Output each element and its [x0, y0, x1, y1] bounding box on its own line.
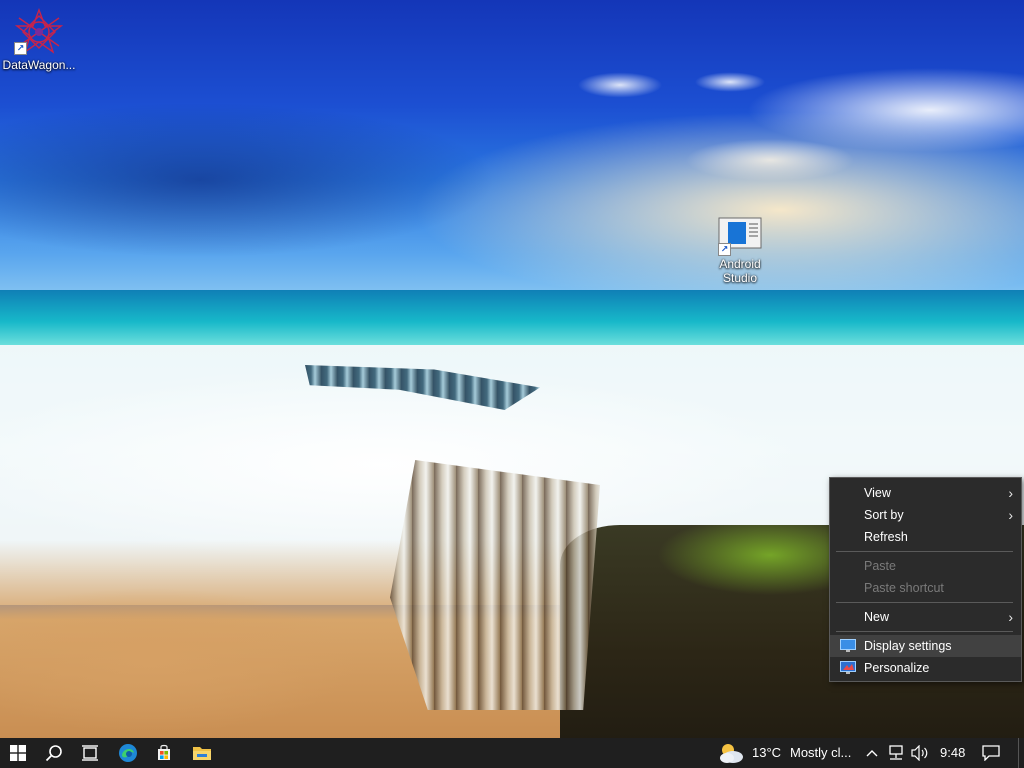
- wallpaper-waterfall: [390, 460, 600, 710]
- notification-button[interactable]: [976, 738, 1006, 768]
- clock-time[interactable]: 9:48: [940, 738, 974, 768]
- menu-item-label: Paste: [864, 559, 896, 573]
- desktop-icon-android-studio[interactable]: ↗ Android Studio: [700, 217, 780, 285]
- personalize-icon: [840, 661, 856, 674]
- task-view-icon: [82, 745, 98, 761]
- menu-separator: [836, 631, 1013, 632]
- shortcut-arrow-icon: ↗: [718, 243, 731, 256]
- show-desktop-button[interactable]: [1018, 738, 1019, 768]
- search-button[interactable]: [36, 738, 72, 768]
- notification-icon: [982, 745, 1000, 761]
- display-icon: [840, 639, 856, 652]
- volume-icon: [911, 745, 928, 761]
- menu-item-sort-by[interactable]: Sort by ›: [830, 504, 1021, 526]
- file-explorer-icon: [193, 747, 211, 760]
- weather-button[interactable]: [714, 738, 748, 768]
- menu-item-label: View: [864, 486, 891, 500]
- shortcut-arrow-icon: ↗: [14, 42, 27, 55]
- menu-item-label: New: [864, 610, 890, 624]
- menu-item-paste-shortcut[interactable]: Paste shortcut: [830, 577, 1021, 599]
- menu-item-view[interactable]: View ›: [830, 482, 1021, 504]
- desktop-icon-label: DataWagon...: [2, 58, 76, 72]
- chevron-up-icon: [866, 750, 878, 757]
- windows-start-icon: [10, 745, 26, 761]
- weather-cloud-sun-icon: [720, 744, 743, 763]
- menu-item-label: Personalize: [864, 661, 930, 675]
- desktop-icon-label: Android Studio: [719, 257, 761, 285]
- menu-item-display-settings[interactable]: Display settings: [830, 635, 1021, 657]
- volume-button[interactable]: [908, 738, 932, 768]
- network-icon: [889, 745, 903, 760]
- desktop-icon-datawagon[interactable]: ↗ DataWagon...: [0, 8, 79, 72]
- store-icon: [158, 744, 170, 760]
- menu-item-label: Display settings: [864, 639, 952, 653]
- taskbar: 13°C Mostly cl... 9:48: [0, 738, 1024, 768]
- search-icon: [45, 745, 62, 762]
- chevron-right-icon: ›: [1008, 609, 1013, 625]
- menu-item-new[interactable]: New ›: [830, 606, 1021, 628]
- edge-icon: [119, 744, 137, 762]
- network-button[interactable]: [884, 738, 908, 768]
- show-hidden-icons-button[interactable]: [862, 738, 882, 768]
- menu-separator: [836, 551, 1013, 552]
- task-view-button[interactable]: [72, 738, 108, 768]
- wallpaper-sky-shade: [0, 90, 520, 270]
- menu-item-paste[interactable]: Paste: [830, 555, 1021, 577]
- menu-item-personalize[interactable]: Personalize: [830, 657, 1021, 679]
- menu-item-label: Paste shortcut: [864, 581, 944, 595]
- weather-condition: Mostly cl...: [790, 745, 852, 760]
- menu-item-refresh[interactable]: Refresh: [830, 526, 1021, 548]
- menu-item-label: Sort by: [864, 508, 904, 522]
- start-button[interactable]: [0, 738, 36, 768]
- store-button[interactable]: [146, 738, 182, 768]
- chevron-right-icon: ›: [1008, 507, 1013, 523]
- chevron-right-icon: ›: [1008, 485, 1013, 501]
- menu-separator: [836, 602, 1013, 603]
- menu-item-label: Refresh: [864, 530, 908, 544]
- edge-button[interactable]: [110, 738, 146, 768]
- file-explorer-button[interactable]: [184, 738, 220, 768]
- weather-temperature: 13°C: [752, 745, 782, 760]
- desktop-context-menu: View › Sort by › Refresh Paste Paste sho…: [829, 477, 1022, 682]
